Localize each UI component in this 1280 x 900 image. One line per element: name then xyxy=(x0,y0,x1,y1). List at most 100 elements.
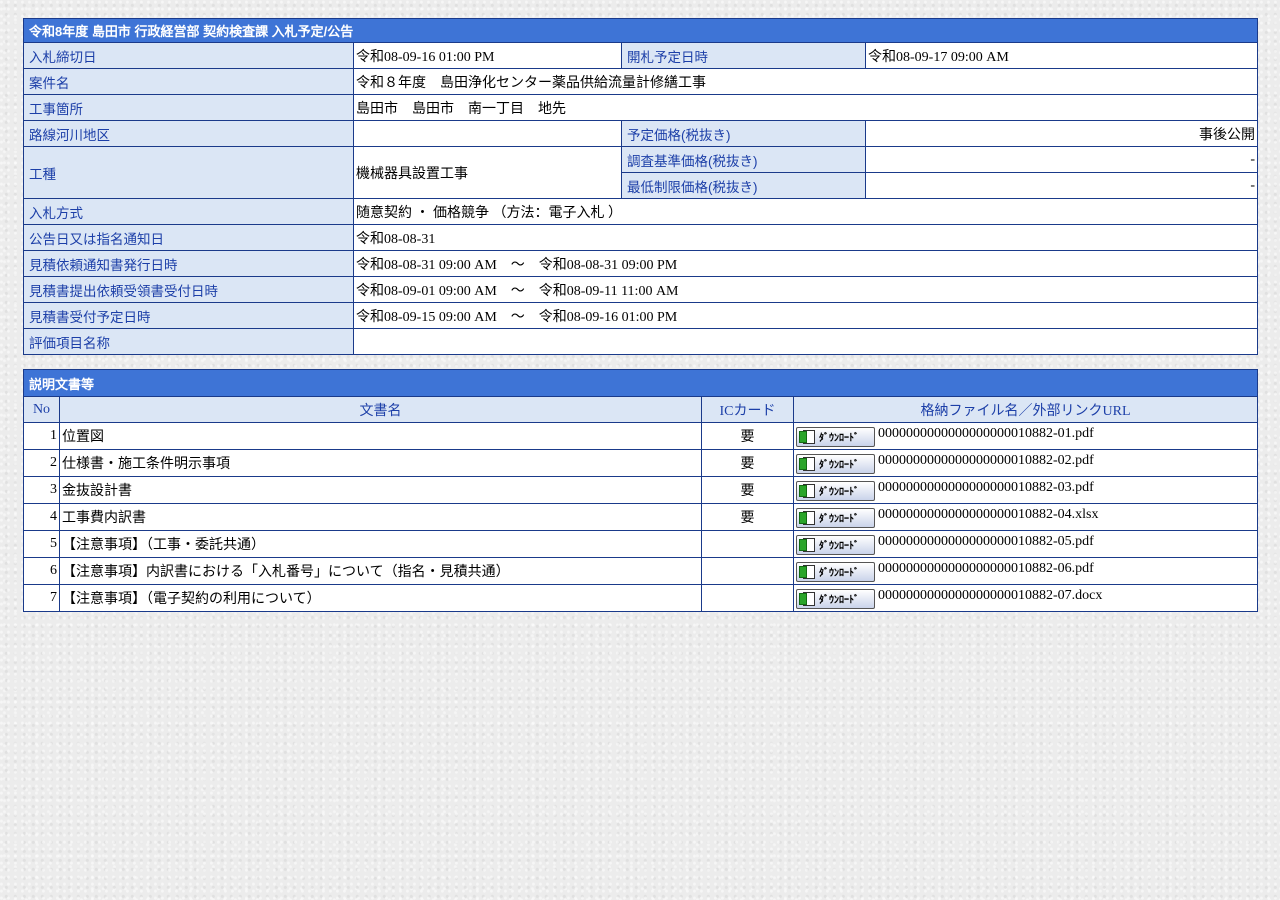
table-row: 7 【注意事項】（電子契約の利用について） ﾀﾞｳﾝﾛｰﾄﾞ 000000000… xyxy=(23,584,1259,612)
download-icon xyxy=(799,591,817,607)
column-header-name: 文書名 xyxy=(59,396,702,423)
doc-file-name: 0000000000000000000010882-01.pdf xyxy=(878,425,1094,441)
doc-name: 【注意事項】（工事・委託共通） xyxy=(59,530,702,558)
download-button-label: ﾀﾞｳﾝﾛｰﾄﾞ xyxy=(819,541,859,552)
doc-file-cell: ﾀﾞｳﾝﾛｰﾄﾞ 0000000000000000000010882-04.xl… xyxy=(792,503,1259,531)
table-row: 3 金抜設計書 要 ﾀﾞｳﾝﾛｰﾄﾞ 000000000000000000001… xyxy=(23,476,1259,504)
route-value xyxy=(353,120,622,147)
table-row: 1 位置図 要 ﾀﾞｳﾝﾛｰﾄﾞ 00000000000000000000108… xyxy=(23,422,1259,450)
table-row: 5 【注意事項】（工事・委託共通） ﾀﾞｳﾝﾛｰﾄﾞ 0000000000000… xyxy=(23,530,1259,558)
download-icon xyxy=(799,564,817,580)
download-button-label: ﾀﾞｳﾝﾛｰﾄﾞ xyxy=(819,460,859,471)
table-row: 6 【注意事項】内訳書における「入札番号」について（指名・見積共通） ﾀﾞｳﾝﾛ… xyxy=(23,557,1259,585)
opening-label: 開札予定日時 xyxy=(621,42,866,69)
download-button[interactable]: ﾀﾞｳﾝﾛｰﾄﾞ xyxy=(796,561,875,582)
deadline-value: 令和08-09-16 01:00 PM xyxy=(353,42,622,69)
doc-file-name: 0000000000000000000010882-02.pdf xyxy=(878,452,1094,468)
notice-table: 令和8年度 島田市 行政経営部 契約検査課 入札予定/公告 入札締切日 令和08… xyxy=(22,18,1259,355)
deadline-label: 入札締切日 xyxy=(23,42,354,69)
download-button-label: ﾀﾞｳﾝﾛｰﾄﾞ xyxy=(819,487,859,498)
doc-ic-required: 要 xyxy=(701,476,794,504)
download-button-label: ﾀﾞｳﾝﾛｰﾄﾞ xyxy=(819,514,859,525)
work-type-label: 工種 xyxy=(23,146,354,199)
doc-file-cell: ﾀﾞｳﾝﾛｰﾄﾞ 0000000000000000000010882-06.pd… xyxy=(792,557,1259,585)
doc-ic-required xyxy=(701,584,794,612)
location-label: 工事箇所 xyxy=(23,94,354,121)
download-button[interactable]: ﾀﾞｳﾝﾛｰﾄﾞ xyxy=(796,588,875,609)
notice-title: 令和8年度 島田市 行政経営部 契約検査課 入札予定/公告 xyxy=(22,18,1259,43)
column-header-file: 格納ファイル名／外部リンクURL xyxy=(792,396,1259,423)
doc-no: 3 xyxy=(23,476,60,504)
table-row: 4 工事費内訳書 要 ﾀﾞｳﾝﾛｰﾄﾞ 00000000000000000000… xyxy=(23,503,1259,531)
table-row: 2 仕様書・施工条件明示事項 要 ﾀﾞｳﾝﾛｰﾄﾞ 00000000000000… xyxy=(23,449,1259,477)
download-button[interactable]: ﾀﾞｳﾝﾛｰﾄﾞ xyxy=(796,453,875,474)
estimate-notice-label: 見積依頼通知書発行日時 xyxy=(23,250,354,277)
doc-file-cell: ﾀﾞｳﾝﾛｰﾄﾞ 0000000000000000000010882-01.pd… xyxy=(792,422,1259,450)
bid-method-label: 入札方式 xyxy=(23,198,354,225)
doc-file-name: 0000000000000000000010882-03.pdf xyxy=(878,479,1094,495)
opening-value: 令和08-09-17 09:00 AM xyxy=(864,42,1259,69)
page-content: 令和8年度 島田市 行政経営部 契約検査課 入札予定/公告 入札締切日 令和08… xyxy=(22,18,1259,612)
doc-no: 5 xyxy=(23,530,60,558)
announce-date-label: 公告日又は指名通知日 xyxy=(23,224,354,251)
survey-price-label: 調査基準価格(税抜き) xyxy=(621,146,866,173)
doc-file-cell: ﾀﾞｳﾝﾛｰﾄﾞ 0000000000000000000010882-03.pd… xyxy=(792,476,1259,504)
download-button[interactable]: ﾀﾞｳﾝﾛｰﾄﾞ xyxy=(796,507,875,528)
doc-name: 位置図 xyxy=(59,422,702,450)
case-name-value: 令和８年度 島田浄化センター薬品供給流量計修繕工事 xyxy=(352,68,1259,95)
doc-file-name: 0000000000000000000010882-04.xlsx xyxy=(878,506,1099,522)
doc-name: 金抜設計書 xyxy=(59,476,702,504)
planned-price-value: 事後公開 xyxy=(864,120,1259,147)
doc-no: 2 xyxy=(23,449,60,477)
doc-file-name: 0000000000000000000010882-05.pdf xyxy=(878,533,1094,549)
doc-no: 6 xyxy=(23,557,60,585)
announce-date-value: 令和08-08-31 xyxy=(352,224,1259,251)
documents-title: 説明文書等 xyxy=(22,369,1259,397)
doc-name: 仕様書・施工条件明示事項 xyxy=(59,449,702,477)
bid-method-value: 随意契約 ・ 価格競争 （方法：電子入札 ） xyxy=(352,198,1259,225)
download-button[interactable]: ﾀﾞｳﾝﾛｰﾄﾞ xyxy=(796,480,875,501)
download-button-label: ﾀﾞｳﾝﾛｰﾄﾞ xyxy=(819,433,859,444)
column-header-ic: ICカード xyxy=(701,396,794,423)
download-icon xyxy=(799,456,817,472)
estimate-receipt-label: 見積書受付予定日時 xyxy=(23,302,354,329)
location-value: 島田市 島田市 南一丁目 地先 xyxy=(352,94,1259,121)
doc-no: 4 xyxy=(23,503,60,531)
documents-table: 説明文書等 No 文書名 ICカード 格納ファイル名／外部リンクURL 1 位置… xyxy=(22,369,1259,612)
download-button[interactable]: ﾀﾞｳﾝﾛｰﾄﾞ xyxy=(796,426,875,447)
doc-file-name: 0000000000000000000010882-06.pdf xyxy=(878,560,1094,576)
evaluation-label: 評価項目名称 xyxy=(23,328,354,355)
route-label: 路線河川地区 xyxy=(23,120,354,147)
doc-file-cell: ﾀﾞｳﾝﾛｰﾄﾞ 0000000000000000000010882-05.pd… xyxy=(792,530,1259,558)
doc-file-cell: ﾀﾞｳﾝﾛｰﾄﾞ 0000000000000000000010882-07.do… xyxy=(792,584,1259,612)
download-button-label: ﾀﾞｳﾝﾛｰﾄﾞ xyxy=(819,568,859,579)
doc-name: 【注意事項】（電子契約の利用について） xyxy=(59,584,702,612)
min-price-value: - xyxy=(864,172,1259,199)
column-header-no: No xyxy=(23,396,60,423)
doc-name: 工事費内訳書 xyxy=(59,503,702,531)
doc-no: 1 xyxy=(23,422,60,450)
doc-file-cell: ﾀﾞｳﾝﾛｰﾄﾞ 0000000000000000000010882-02.pd… xyxy=(792,449,1259,477)
estimate-request-value: 令和08-09-01 09:00 AM ～ 令和08-09-11 11:00 A… xyxy=(352,276,1259,303)
download-button[interactable]: ﾀﾞｳﾝﾛｰﾄﾞ xyxy=(796,534,875,555)
doc-file-name: 0000000000000000000010882-07.docx xyxy=(878,587,1103,603)
download-icon xyxy=(799,510,817,526)
estimate-notice-value: 令和08-08-31 09:00 AM ～ 令和08-08-31 09:00 P… xyxy=(352,250,1259,277)
doc-no: 7 xyxy=(23,584,60,612)
download-icon xyxy=(799,483,817,499)
documents-rows: 1 位置図 要 ﾀﾞｳﾝﾛｰﾄﾞ 00000000000000000000108… xyxy=(23,422,1259,612)
doc-ic-required: 要 xyxy=(701,422,794,450)
doc-name: 【注意事項】内訳書における「入札番号」について（指名・見積共通） xyxy=(59,557,702,585)
evaluation-value xyxy=(352,328,1259,355)
survey-price-value: - xyxy=(864,146,1259,173)
download-button-label: ﾀﾞｳﾝﾛｰﾄﾞ xyxy=(819,595,859,606)
doc-ic-required xyxy=(701,530,794,558)
min-price-label: 最低制限価格(税抜き) xyxy=(621,172,866,199)
estimate-receipt-value: 令和08-09-15 09:00 AM ～ 令和08-09-16 01:00 P… xyxy=(352,302,1259,329)
doc-ic-required: 要 xyxy=(701,449,794,477)
planned-price-label: 予定価格(税抜き) xyxy=(621,120,866,147)
estimate-request-label: 見積書提出依頼受領書受付日時 xyxy=(23,276,354,303)
download-icon xyxy=(799,537,817,553)
download-icon xyxy=(799,429,817,445)
doc-ic-required: 要 xyxy=(701,503,794,531)
